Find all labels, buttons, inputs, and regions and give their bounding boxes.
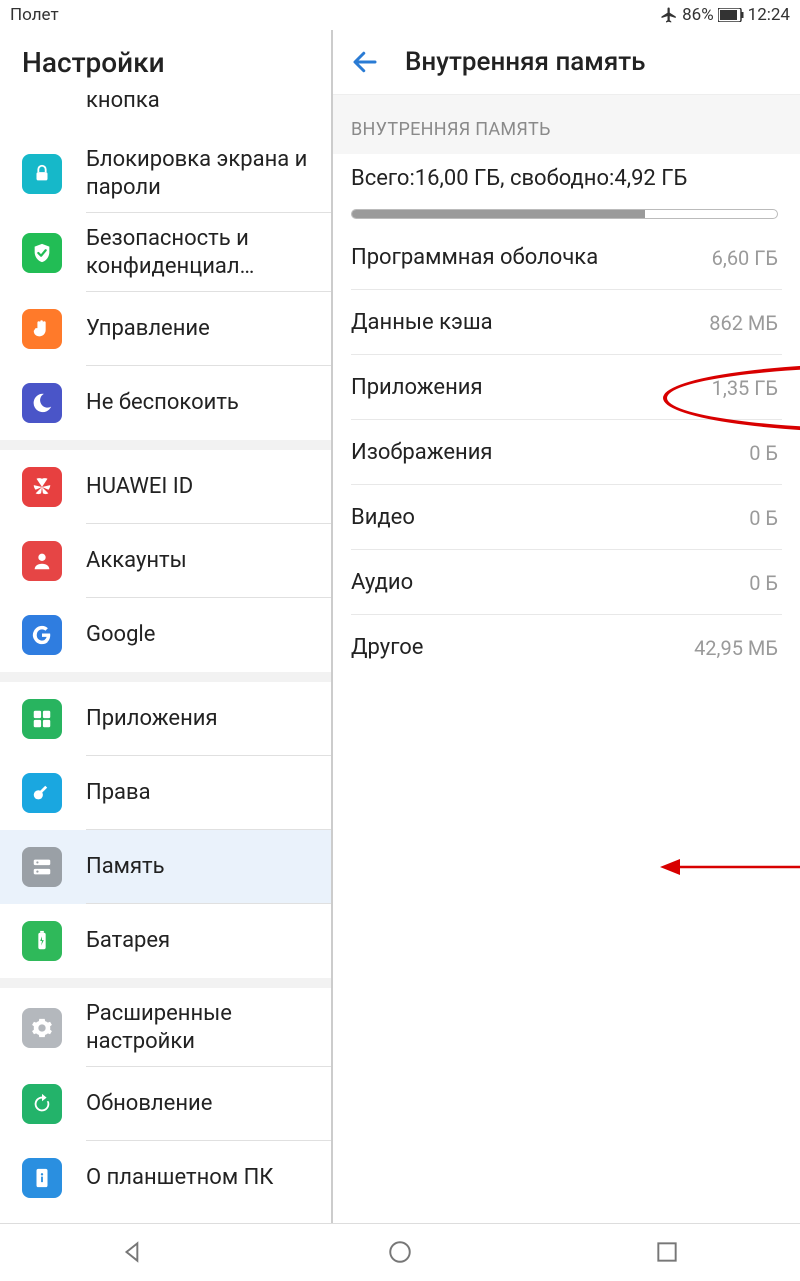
storage-row-name: Программная оболочка	[351, 245, 598, 270]
storage-row-name: Аудио	[351, 570, 413, 595]
sidebar-item-label: Батарея	[86, 927, 170, 955]
sidebar-item-label: Безопасность и конфиденциал…	[86, 225, 309, 280]
status-time: 12:24	[748, 5, 790, 25]
sidebar-item-12[interactable]: Расширенные настройки	[0, 988, 331, 1067]
storage-row-value: 862 МБ	[709, 311, 778, 335]
update-icon	[22, 1084, 62, 1124]
sidebar-item-label: Права	[86, 779, 151, 807]
storage-icon	[22, 847, 62, 887]
storage-row-value: 1,35 ГБ	[712, 376, 778, 400]
shield-icon	[22, 233, 62, 273]
sidebar-item-label: Расширенные настройки	[86, 1000, 309, 1055]
sidebar-item-label: Обновление	[86, 1090, 212, 1118]
battery-percent: 86%	[682, 5, 714, 25]
sidebar-group-gap	[0, 978, 331, 988]
sidebar-item-5[interactable]: HUAWEI ID	[0, 450, 331, 524]
status-left-text: Полет	[10, 5, 59, 25]
storage-row-name: Другое	[351, 635, 423, 660]
sidebar-item-0[interactable]: кнопка	[0, 94, 331, 134]
nav-back-button[interactable]	[73, 1224, 193, 1281]
moon-icon	[22, 383, 62, 423]
sidebar-item-2[interactable]: Безопасность и конфиденциал…	[0, 213, 331, 292]
sidebar-item-1[interactable]: Блокировка экрана и пароли	[0, 134, 331, 213]
sidebar-group-gap	[0, 440, 331, 450]
battery-icon	[718, 8, 744, 22]
battery-icon	[22, 921, 62, 961]
storage-row-value: 0 Б	[749, 441, 778, 465]
sidebar-group-gap	[0, 672, 331, 682]
storage-row-value: 42,95 МБ	[694, 636, 778, 660]
storage-free-label: , свободно:	[500, 166, 614, 191]
sidebar-item-label: Google	[86, 621, 155, 649]
back-button[interactable]	[343, 40, 387, 84]
annotation-arrow	[658, 855, 800, 879]
gear-icon	[22, 1008, 62, 1048]
page-title: Внутренняя память	[405, 47, 646, 77]
storage-row-name: Приложения	[351, 375, 483, 400]
storage-row-5[interactable]: Аудио 0 Б	[333, 550, 800, 615]
huawei-icon	[22, 467, 62, 507]
sidebar-item-14[interactable]: О планшетном ПК	[0, 1141, 331, 1215]
airplane-mode-icon	[660, 6, 678, 24]
user-icon	[22, 541, 62, 581]
info-icon	[22, 1158, 62, 1198]
storage-row-name: Данные кэша	[351, 310, 493, 335]
sidebar-item-10[interactable]: Память	[0, 830, 331, 904]
sidebar-item-13[interactable]: Обновление	[0, 1067, 331, 1141]
system-nav-bar	[0, 1223, 800, 1280]
sidebar-item-11[interactable]: Батарея	[0, 904, 331, 978]
storage-detail-pane: Внутренняя память ВНУТРЕННЯЯ ПАМЯТЬ Всег…	[333, 30, 800, 1223]
sidebar-item-label: HUAWEI ID	[86, 473, 193, 501]
sidebar-item-label: Блокировка экрана и пароли	[86, 146, 309, 201]
lock-icon	[22, 154, 62, 194]
storage-row-value: 6,60 ГБ	[712, 246, 778, 270]
nav-home-button[interactable]	[340, 1224, 460, 1281]
storage-row-0[interactable]: Программная оболочка 6,60 ГБ	[333, 225, 800, 290]
storage-total-value: 16,00 ГБ	[415, 166, 500, 191]
sidebar-item-label: Не беспокоить	[86, 389, 239, 417]
sidebar-item-label: кнопка	[86, 94, 160, 115]
storage-row-value: 0 Б	[749, 571, 778, 595]
storage-row-4[interactable]: Видео 0 Б	[333, 485, 800, 550]
sidebar-item-4[interactable]: Не беспокоить	[0, 366, 331, 440]
sidebar-item-label: О планшетном ПК	[86, 1164, 273, 1192]
storage-row-name: Видео	[351, 505, 415, 530]
sidebar-item-7[interactable]: Google	[0, 598, 331, 672]
sidebar-item-label: Управление	[86, 315, 210, 343]
sidebar-item-label: Приложения	[86, 705, 218, 733]
section-label: ВНУТРЕННЯЯ ПАМЯТЬ	[333, 94, 800, 154]
sidebar-title: Настройки	[0, 30, 331, 94]
storage-row-2[interactable]: Приложения 1,35 ГБ	[333, 355, 800, 420]
storage-progress-bar	[351, 209, 778, 219]
storage-summary: Всего: 16,00 ГБ , свободно: 4,92 ГБ	[333, 154, 800, 225]
key-icon	[22, 773, 62, 813]
status-right: 86% 12:24	[660, 5, 790, 25]
storage-free-value: 4,92 ГБ	[614, 166, 687, 191]
storage-row-1[interactable]: Данные кэша 862 МБ	[333, 290, 800, 355]
nav-recent-button[interactable]	[607, 1224, 727, 1281]
sidebar-item-8[interactable]: Приложения	[0, 682, 331, 756]
storage-row-name: Изображения	[351, 440, 493, 465]
storage-row-3[interactable]: Изображения 0 Б	[333, 420, 800, 485]
storage-total-label: Всего:	[351, 166, 415, 191]
google-icon	[22, 615, 62, 655]
sidebar-item-3[interactable]: Управление	[0, 292, 331, 366]
storage-row-value: 0 Б	[749, 506, 778, 530]
status-bar: Полет 86% 12:24	[0, 0, 800, 30]
sidebar-item-label: Аккаунты	[86, 547, 187, 575]
sidebar-item-9[interactable]: Права	[0, 756, 331, 830]
storage-row-6[interactable]: Другое 42,95 МБ	[333, 615, 800, 680]
settings-sidebar: Настройки кнопка Блокировка экрана и паро…	[0, 30, 333, 1223]
apps-icon	[22, 699, 62, 739]
sidebar-item-6[interactable]: Аккаунты	[0, 524, 331, 598]
hand-icon	[22, 309, 62, 349]
sidebar-item-label: Память	[86, 853, 165, 881]
